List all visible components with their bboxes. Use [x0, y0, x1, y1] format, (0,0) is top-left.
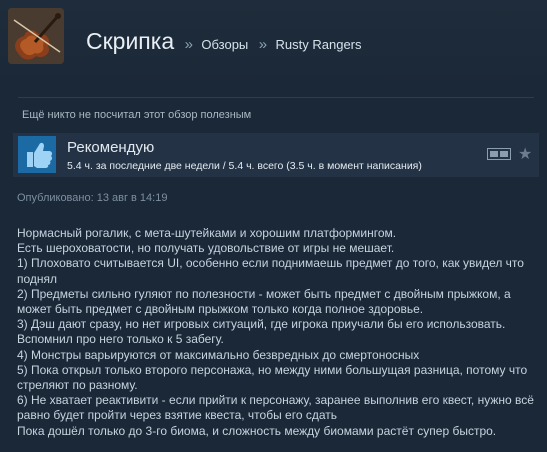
- star-icon[interactable]: ★: [518, 144, 532, 164]
- thumbs-up-icon: [18, 136, 56, 173]
- review-line: может быть предмет с двойным прыжком тол…: [17, 302, 424, 317]
- review-line: 1) Плоховато считывается UI, особенно ес…: [17, 256, 524, 271]
- posted-date: Опубликовано: 13 авг в 14:19: [17, 192, 168, 204]
- review-line: поднял: [17, 271, 58, 286]
- review-text: Нормасный рогалик, с мета-шутейками и хо…: [17, 226, 534, 439]
- recommendation-box: Рекомендую 5.4 ч. за последние две недел…: [13, 133, 539, 177]
- review-line: 2) Предметы сильно гуляют по полезности …: [17, 286, 511, 301]
- review-line: 3) Дэш дают сразу, но нет игровых ситуац…: [17, 317, 506, 332]
- helpful-text: Ещё никто не посчитал этот обзор полезны…: [22, 109, 252, 121]
- breadcrumb-reviews-link[interactable]: Обзоры: [201, 37, 248, 52]
- playtime-text: 5.4 ч. за последние две недели / 5.4 ч. …: [67, 160, 422, 172]
- review-line: стреляют по разному.: [17, 378, 138, 393]
- review-line: Есть шероховатости, но получать удовольс…: [17, 241, 395, 256]
- breadcrumb-separator: »: [258, 36, 268, 53]
- helpful-count-bar: Ещё никто не посчитал этот обзор полезны…: [18, 97, 534, 133]
- game-avatar[interactable]: [8, 8, 64, 64]
- violin-image: [8, 8, 64, 64]
- review-line: 6) Не хватает реактивити - если прийти к…: [17, 393, 534, 408]
- breadcrumb-user-link[interactable]: Rusty Rangers: [276, 37, 362, 52]
- breadcrumb-separator: »: [184, 36, 193, 53]
- game-title-link[interactable]: Скрипка: [86, 28, 174, 54]
- review-line: Пока дошёл только до 3-го биома, и сложн…: [17, 423, 497, 438]
- review-line: равно будет пройти через взятие квеста, …: [17, 408, 337, 423]
- review-line: 4) Монстры варьируются от максимально бе…: [17, 347, 420, 362]
- review-line: 5) Пока открыл только второго персонажа,…: [17, 362, 528, 377]
- review-line: Вспомнил про него только к 5 забегу.: [17, 332, 224, 347]
- page-header: Скрипка » Обзоры » Rusty Rangers: [0, 0, 547, 88]
- review-line: Нормасный рогалик, с мета-шутейками и хо…: [17, 226, 397, 240]
- film-strip-icon[interactable]: [487, 147, 511, 165]
- recommendation-label: Рекомендую: [67, 139, 155, 156]
- breadcrumb: Скрипка » Обзоры » Rusty Rangers: [86, 28, 362, 55]
